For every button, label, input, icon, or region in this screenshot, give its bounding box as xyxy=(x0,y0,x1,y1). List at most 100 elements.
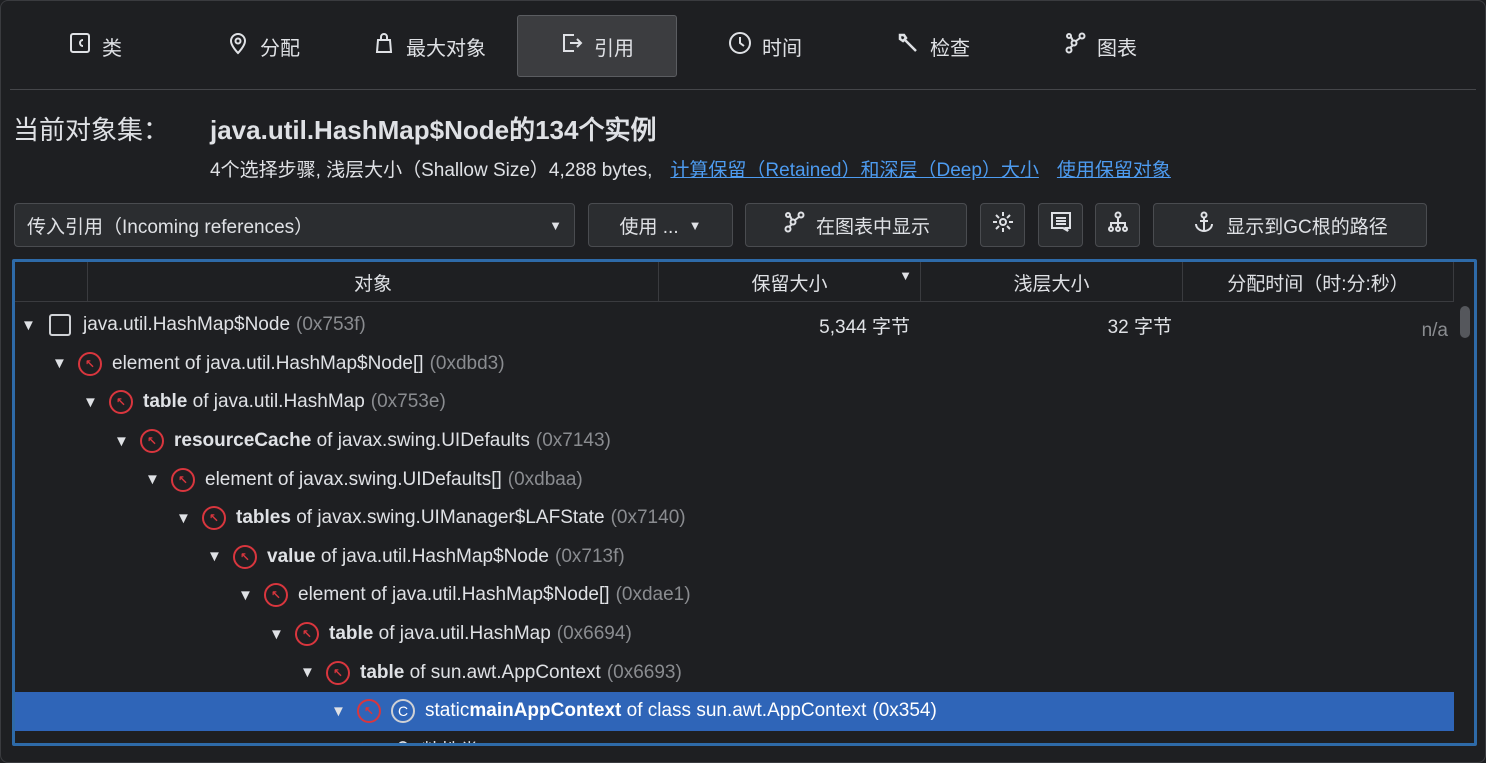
tab-label: 类 xyxy=(102,37,122,60)
class-icon xyxy=(68,31,92,61)
field-name: table xyxy=(360,661,405,683)
object-set-summary: 4个选择步骤, 浅层大小（Shallow Size）4,288 bytes, 计… xyxy=(210,155,1171,182)
incoming-reference-icon: ↖ xyxy=(295,622,319,647)
message-icon xyxy=(1049,210,1073,240)
expand-toggle-icon[interactable]: ▼ xyxy=(114,433,136,450)
tree-row[interactable]: ▼ ↖ tables of javax.swing.UIManager$LAFSta… xyxy=(15,499,1454,538)
column-header-shallow-size[interactable]: 浅层大小 xyxy=(920,262,1182,302)
object-address: (0xdbaa) xyxy=(507,468,583,490)
field-name: table xyxy=(329,623,374,645)
wrench-icon xyxy=(896,31,920,61)
object-address: (0x7140) xyxy=(610,507,686,529)
hierarchy-button[interactable] xyxy=(1095,203,1140,247)
row-text: of javax.swing.UIDefaults xyxy=(311,430,530,452)
divider xyxy=(10,89,1476,90)
incoming-reference-icon: ↖ xyxy=(357,699,381,724)
comments-button[interactable] xyxy=(1038,203,1083,247)
expand-toggle-icon[interactable]: ▼ xyxy=(145,471,167,488)
tab-label: 最大对象 xyxy=(406,37,486,60)
expand-toggle-icon[interactable]: ▼ xyxy=(21,317,43,334)
row-text: 粘性类(sticky) xyxy=(422,736,539,743)
export-icon xyxy=(560,31,584,61)
use-dropdown-button[interactable]: 使用 ... ▼ xyxy=(588,203,733,247)
row-text: element of java.util.HashMap$Node[] xyxy=(112,352,424,374)
tab-classes[interactable]: 类 xyxy=(50,15,140,77)
expand-toggle-icon[interactable]: ▼ xyxy=(331,703,353,720)
tree-row[interactable]: ▼ ↖ element of java.util.HashMap$Node[] (0x… xyxy=(15,576,1454,615)
incoming-reference-icon: ↖ xyxy=(202,506,226,531)
show-graph-label: 在图表中显示 xyxy=(815,216,930,238)
incoming-reference-icon: ↖ xyxy=(233,544,257,569)
tab-references[interactable]: 引用 xyxy=(517,15,677,77)
settings-button[interactable] xyxy=(980,203,1025,247)
object-address: (0x753e) xyxy=(370,391,446,413)
tree-row[interactable]: ▼ ↖ table of java.util.HashMap (0x6694) xyxy=(15,615,1454,654)
gc-path-label: 显示到GC根的路径 xyxy=(1226,216,1388,238)
row-text: of java.util.HashMap xyxy=(373,623,551,645)
expand-toggle-icon[interactable]: ▼ xyxy=(238,587,260,604)
column-header-retained-size[interactable]: 保留大小 ▼ xyxy=(658,262,920,302)
tree-row[interactable]: ▼ ↖ table of java.util.HashMap (0x753e) xyxy=(15,383,1454,422)
view-tabs: 类 分配 最大对象 引用 时间 检查 图表 xyxy=(0,15,1486,77)
chevron-down-icon: ▼ xyxy=(688,217,702,233)
gear-icon xyxy=(991,210,1015,240)
expand-toggle-icon[interactable]: ▼ xyxy=(207,548,229,565)
tab-allocations[interactable]: 分配 xyxy=(208,15,318,77)
object-address: (0xdae1) xyxy=(615,584,691,606)
row-text: element of javax.swing.UIDefaults[] xyxy=(205,468,502,490)
expand-toggle-icon[interactable]: ▼ xyxy=(83,394,105,411)
reference-view-select[interactable]: 传入引用（Incoming references） ▼ xyxy=(14,203,575,247)
tree-row[interactable]: ▼ ↖ value of java.util.HashMap$Node (0x713f… xyxy=(15,538,1454,577)
incoming-reference-icon: ↖ xyxy=(140,429,164,454)
expand-toggle-icon[interactable]: ▼ xyxy=(300,664,322,681)
chevron-down-icon: ▼ xyxy=(549,217,562,233)
tab-inspections[interactable]: 检查 xyxy=(878,15,988,77)
expand-toggle-icon[interactable]: ▼ xyxy=(52,355,74,372)
tab-label: 图表 xyxy=(1097,37,1137,60)
column-label: 对象 xyxy=(353,273,392,295)
field-name: value xyxy=(267,545,316,567)
references-tree-table: 对象 保留大小 ▼ 浅层大小 分配时间（时:分:秒） ▼ java.util.Has… xyxy=(12,259,1477,746)
expand-toggle-icon[interactable]: ▼ xyxy=(269,626,291,643)
object-address: (0xdbd3) xyxy=(429,352,505,374)
object-address: (0x713f) xyxy=(555,545,625,567)
field-name: table xyxy=(143,391,188,413)
vertical-scrollbar[interactable] xyxy=(1460,306,1470,338)
tab-time[interactable]: 时间 xyxy=(710,15,820,77)
tree-row[interactable]: ▼ ↖ element of java.util.HashMap$Node[] (0x… xyxy=(15,345,1454,384)
tree-row[interactable]: ▼ ↖ Cstatic mainAppContext of class sun.aw… xyxy=(15,691,1454,731)
incoming-reference-icon: ↖ xyxy=(109,390,133,415)
tab-graph[interactable]: 图表 xyxy=(1045,15,1155,77)
use-label: 使用 ... xyxy=(619,216,679,238)
object-address: (0x6694) xyxy=(556,623,632,645)
row-text: java.util.HashMap$Node xyxy=(83,314,291,336)
use-retained-objects-link[interactable]: 使用保留对象 xyxy=(1057,155,1171,182)
table-header: 对象 保留大小 ▼ 浅层大小 分配时间（时:分:秒） xyxy=(15,262,1454,302)
hierarchy-icon xyxy=(1106,210,1130,240)
graph-icon xyxy=(782,210,806,240)
clock-icon xyxy=(728,31,752,61)
calculate-retained-link[interactable]: 计算保留（Retained）和深层（Deep）大小 xyxy=(670,155,1038,182)
show-in-graph-button[interactable]: 在图表中显示 xyxy=(745,203,967,247)
tree-row[interactable]: ▼ ↖ element of javax.swing.UIDefaults[] (0x… xyxy=(15,460,1454,499)
row-text: element of java.util.HashMap$Node[] xyxy=(298,584,610,606)
arrow-icon: ◣ xyxy=(362,738,384,743)
row-text: of java.util.HashMap$Node xyxy=(315,545,550,567)
object-icon xyxy=(49,314,71,337)
pin-icon: ⚲ xyxy=(396,738,410,743)
retained-size: 5,344 字节 xyxy=(819,316,910,338)
incoming-reference-icon: ↖ xyxy=(78,351,102,376)
tree-row[interactable]: ◣ ⚲ 粘性类(sticky) xyxy=(15,731,1454,743)
column-header-allocation-time[interactable]: 分配时间（时:分:秒） xyxy=(1182,262,1454,302)
tree-row[interactable]: ▼ ↖ table of sun.awt.AppContext (0x6693) xyxy=(15,653,1454,692)
tree-row[interactable]: ▼ ↖ resourceCache of javax.swing.UIDefault… xyxy=(15,422,1454,461)
field-name: tables xyxy=(236,507,291,529)
expand-toggle-icon[interactable]: ▼ xyxy=(176,510,198,527)
path-to-gc-roots-button[interactable]: 显示到GC根的路径 xyxy=(1153,203,1427,247)
row-text: of java.util.HashMap xyxy=(187,391,365,413)
tree-row[interactable]: ▼ java.util.HashMap$Node (0x753f) 5,344 字节 3… xyxy=(15,306,1454,345)
column-header-object[interactable]: 对象 xyxy=(87,262,658,302)
object-set-label: 当前对象集： xyxy=(13,115,170,145)
field-name: mainAppContext xyxy=(469,700,622,722)
tab-biggest-objects[interactable]: 最大对象 xyxy=(354,15,504,77)
